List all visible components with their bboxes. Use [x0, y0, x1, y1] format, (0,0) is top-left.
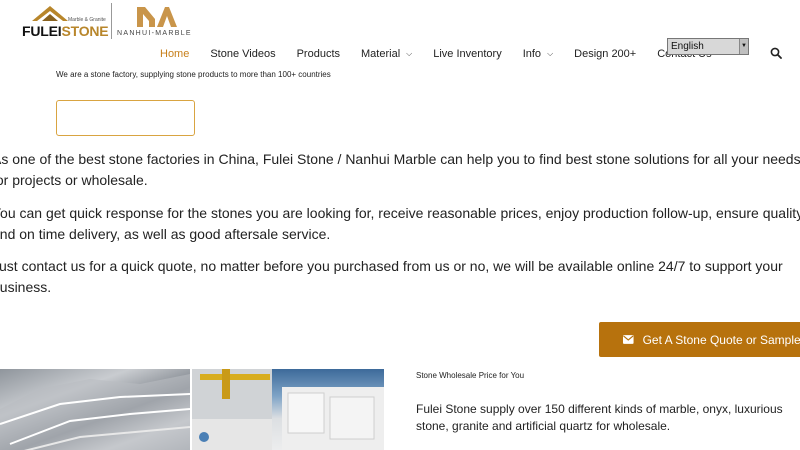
nanhui-marble-logo: NANHUI-MARBLE [117, 3, 197, 39]
outlined-input-box[interactable] [56, 100, 195, 136]
contact-paragraph: Just contact us for a quick quote, no ma… [0, 258, 783, 295]
quote-button[interactable]: Get A Stone Quote or Sample! [599, 322, 800, 357]
benefits-paragraph: You can get quick response for the stone… [0, 205, 800, 242]
nav-home[interactable]: Home [160, 48, 189, 60]
site-logo[interactable]: Marble & Granite FULEISTONE NANHUI-MARBL… [22, 3, 202, 39]
envelope-icon [623, 335, 634, 344]
logo-divider [111, 3, 112, 39]
site-tagline: We are a stone factory, supplying stone … [56, 70, 331, 79]
roof-logo-icon [32, 6, 68, 21]
language-select[interactable]: English ▼ [667, 38, 749, 55]
quote-button-label: Get A Stone Quote or Sample! [642, 332, 800, 347]
main-nav: Home Stone Videos Products Material ⌵ Liv… [160, 45, 733, 63]
nanhui-wordmark: NANHUI-MARBLE [117, 30, 192, 37]
wholesale-text: Fulei Stone supply over 150 different ki… [416, 402, 783, 433]
marble-blocks-photo [192, 369, 384, 450]
nanhui-mark-icon [137, 7, 177, 27]
quarry-photo [0, 369, 190, 450]
intro-paragraph: As one of the best stone factories in Ch… [0, 151, 800, 188]
nav-design[interactable]: Design 200+ [574, 48, 636, 60]
wholesale-title: Stone Wholesale Price for You [416, 371, 525, 380]
language-selected: English [671, 41, 704, 52]
nav-stone-videos[interactable]: Stone Videos [210, 48, 275, 60]
chevron-down-icon: ⌵ [547, 49, 554, 58]
fulei-stone-logo: Marble & Granite FULEISTONE [22, 3, 110, 39]
nav-live-inventory[interactable]: Live Inventory [433, 48, 501, 60]
nav-info[interactable]: Info ⌵ [523, 48, 553, 60]
nav-material[interactable]: Material ⌵ [361, 48, 412, 60]
dropdown-arrow-icon: ▼ [739, 39, 748, 54]
logo-wordmark: FULEISTONE [22, 23, 109, 39]
chevron-down-icon: ⌵ [406, 49, 413, 58]
nav-products[interactable]: Products [297, 48, 340, 60]
search-icon[interactable] [770, 47, 782, 59]
